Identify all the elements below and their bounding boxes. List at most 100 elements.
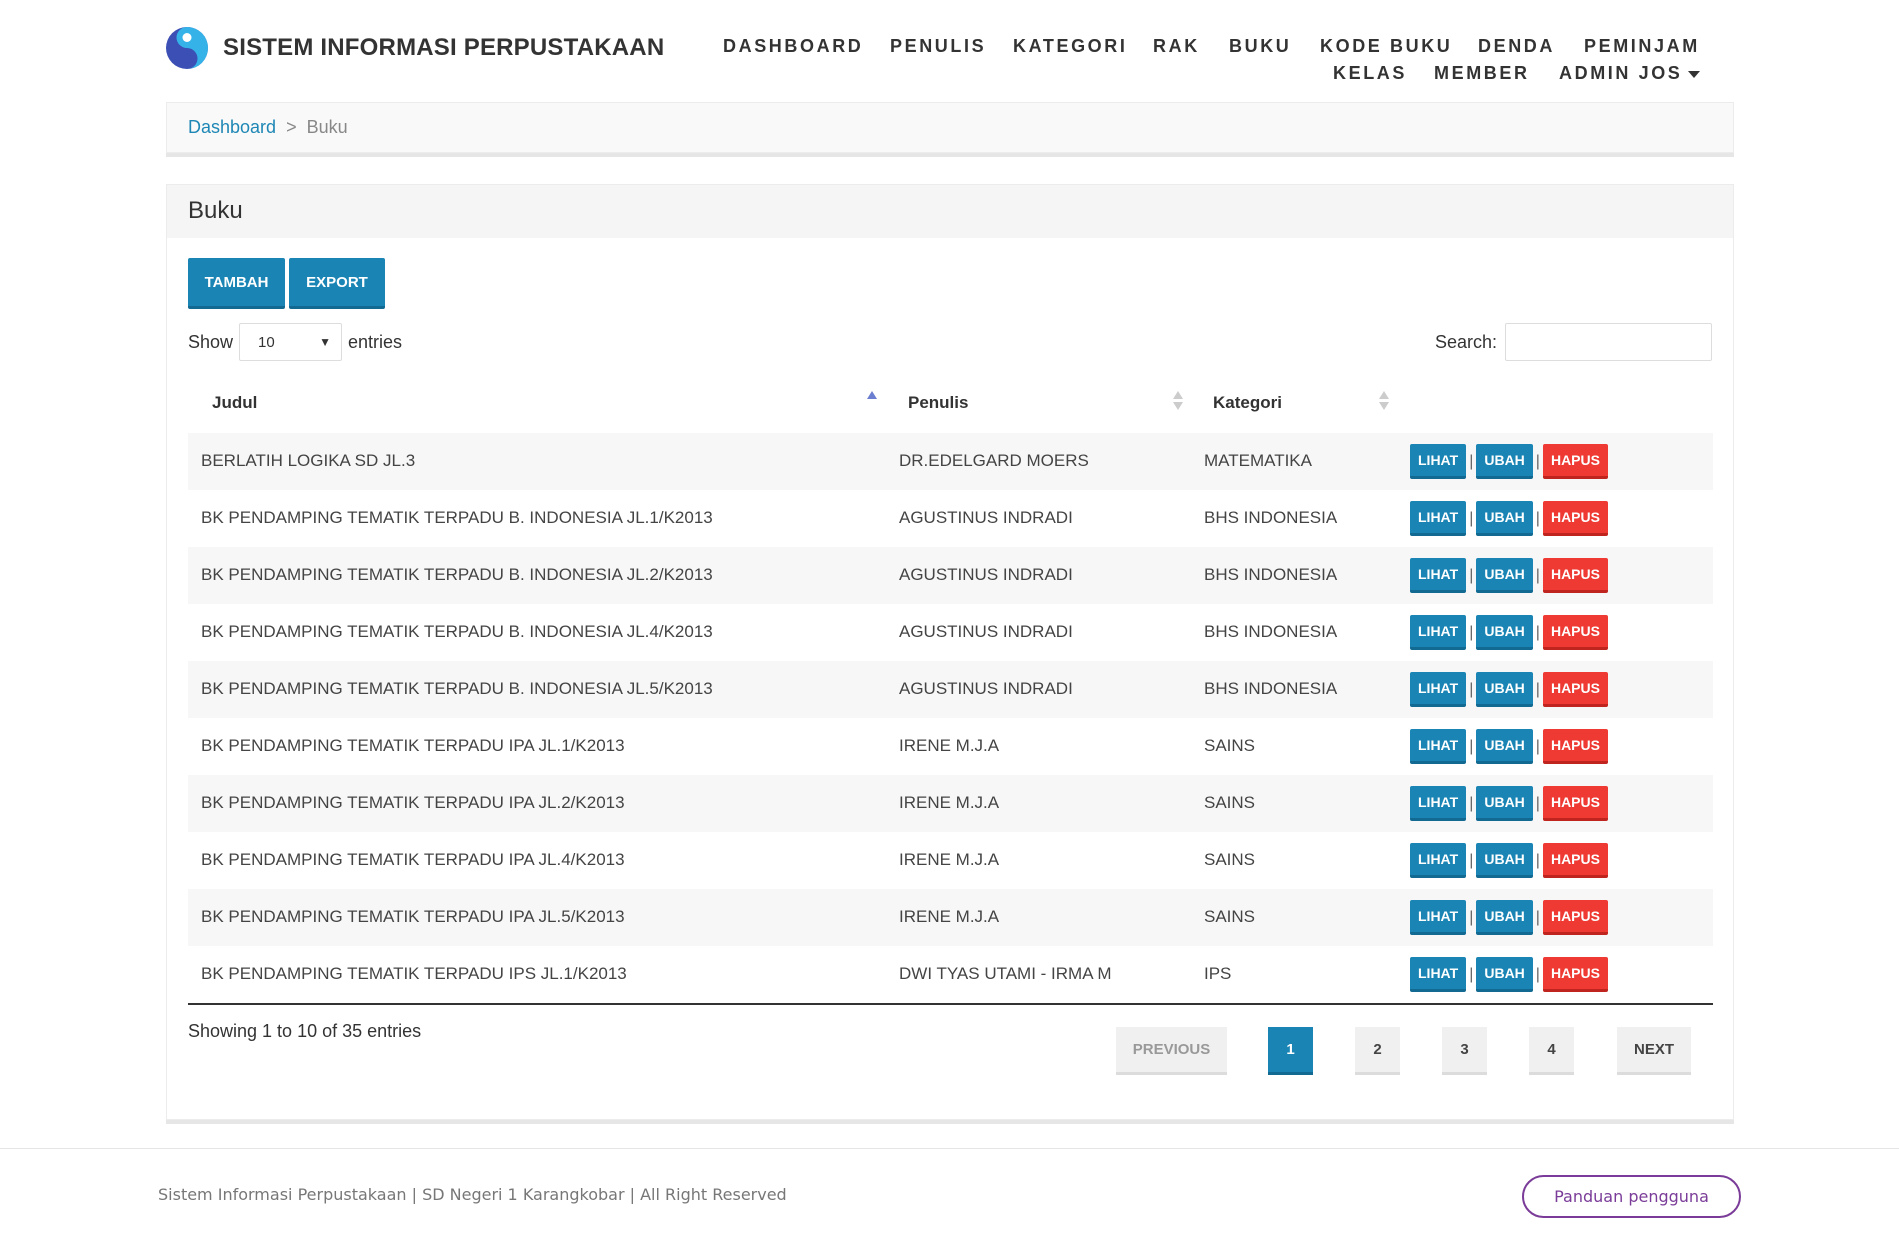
nav-item-kategori[interactable]: KATEGORI [1013, 36, 1127, 57]
page-button-1[interactable]: 1 [1268, 1027, 1313, 1075]
delete-button[interactable]: HAPUS [1542, 501, 1608, 536]
view-button[interactable]: LIHAT [1410, 843, 1467, 878]
edit-button[interactable]: UBAH [1476, 615, 1533, 650]
view-button[interactable]: LIHAT [1410, 786, 1467, 821]
page-button-3[interactable]: 3 [1442, 1027, 1487, 1075]
search-input[interactable] [1505, 323, 1712, 361]
dropdown-arrow-icon: ▼ [319, 335, 332, 349]
nav-item-rak[interactable]: RAK [1153, 36, 1200, 57]
edit-button[interactable]: UBAH [1476, 729, 1533, 764]
cell-penulis: IRENE M.J.A [899, 793, 1000, 812]
table-row: BK PENDAMPING TEMATIK TERPADU IPS JL.1/K… [188, 946, 1713, 1003]
breadcrumb-dashboard-link[interactable]: Dashboard [188, 117, 276, 137]
nav-item-peminjam[interactable]: PEMINJAM [1584, 36, 1700, 57]
nav-item-kode-buku[interactable]: KODE BUKU [1320, 36, 1452, 57]
breadcrumb-separator: > [286, 117, 297, 137]
cell-penulis: AGUSTINUS INDRADI [899, 565, 1073, 584]
cell-kategori: SAINS [1204, 793, 1256, 812]
nav-item-denda[interactable]: DENDA [1478, 36, 1555, 57]
edit-button[interactable]: UBAH [1476, 900, 1533, 935]
edit-button[interactable]: UBAH [1476, 786, 1533, 821]
previous-page-button[interactable]: PREVIOUS [1116, 1027, 1227, 1075]
action-separator: | [1535, 509, 1540, 527]
delete-button[interactable]: HAPUS [1542, 843, 1608, 878]
search-control: Search: [1435, 323, 1712, 361]
top-header: SISTEM INFORMASI PERPUSTAKAAN DASHBOARD … [0, 0, 1899, 100]
cell-penulis: DR.EDELGARD MOERS [899, 451, 1089, 470]
delete-button[interactable]: HAPUS [1542, 786, 1608, 821]
search-label: Search: [1434, 331, 1497, 352]
cell-kategori: BHS INDONESIA [1204, 565, 1338, 584]
export-button[interactable]: EXPORT [289, 258, 385, 309]
cell-kategori: SAINS [1204, 736, 1256, 755]
column-header-judul[interactable]: Judul [212, 393, 257, 413]
nav-item-member[interactable]: MEMBER [1434, 63, 1530, 84]
nav-item-penulis[interactable]: PENULIS [890, 36, 986, 57]
brand-logo[interactable]: SISTEM INFORMASI PERPUSTAKAAN [165, 26, 664, 70]
delete-button[interactable]: HAPUS [1542, 672, 1608, 707]
edit-button[interactable]: UBAH [1476, 957, 1533, 992]
page-button-4[interactable]: 4 [1529, 1027, 1574, 1075]
edit-button[interactable]: UBAH [1476, 444, 1533, 479]
add-book-button[interactable]: TAMBAH [188, 258, 285, 309]
action-separator: | [1469, 908, 1474, 926]
cell-kategori: IPS [1204, 964, 1232, 983]
cell-judul: BK PENDAMPING TEMATIK TERPADU IPA JL.5/K… [201, 907, 625, 926]
view-button[interactable]: LIHAT [1410, 444, 1467, 479]
page-size-select[interactable]: 10 ▼ [239, 323, 343, 361]
edit-button[interactable]: UBAH [1476, 843, 1533, 878]
nav-item-dashboard[interactable]: DASHBOARD [723, 36, 863, 57]
action-separator: | [1469, 452, 1474, 470]
delete-button[interactable]: HAPUS [1542, 729, 1608, 764]
row-actions: LIHAT | UBAH | HAPUS [1410, 444, 1608, 479]
table-header: Judul Penulis Kategori [188, 375, 1713, 433]
cell-judul: BK PENDAMPING TEMATIK TERPADU IPA JL.4/K… [201, 850, 625, 869]
delete-button[interactable]: HAPUS [1542, 558, 1608, 593]
breadcrumb-current: Buku [306, 117, 348, 137]
action-separator: | [1535, 452, 1540, 470]
delete-button[interactable]: HAPUS [1542, 615, 1608, 650]
cell-judul: BK PENDAMPING TEMATIK TERPADU B. INDONES… [201, 508, 713, 527]
cell-judul: BK PENDAMPING TEMATIK TERPADU B. INDONES… [201, 679, 713, 698]
column-header-kategori[interactable]: Kategori [1213, 393, 1282, 413]
view-button[interactable]: LIHAT [1410, 957, 1467, 992]
action-separator: | [1469, 623, 1474, 641]
row-actions: LIHAT | UBAH | HAPUS [1410, 786, 1608, 821]
cell-penulis: IRENE M.J.A [899, 736, 1000, 755]
view-button[interactable]: LIHAT [1410, 615, 1467, 650]
delete-button[interactable]: HAPUS [1542, 957, 1608, 992]
action-separator: | [1469, 851, 1474, 869]
page-size-control: Show 10 ▼ entries [188, 323, 402, 361]
view-button[interactable]: LIHAT [1410, 900, 1467, 935]
cell-judul: BK PENDAMPING TEMATIK TERPADU IPA JL.2/K… [201, 793, 625, 812]
nav-item-kelas[interactable]: KELAS [1333, 63, 1407, 84]
row-actions: LIHAT | UBAH | HAPUS [1410, 615, 1608, 650]
user-menu-dropdown[interactable]: ADMIN JOS [1559, 63, 1701, 84]
action-separator: | [1535, 851, 1540, 869]
entries-label: entries [348, 331, 403, 352]
view-button[interactable]: LIHAT [1410, 501, 1467, 536]
view-button[interactable]: LIHAT [1410, 729, 1467, 764]
cell-kategori: BHS INDONESIA [1204, 622, 1338, 641]
edit-button[interactable]: UBAH [1476, 672, 1533, 707]
action-separator: | [1469, 509, 1474, 527]
column-header-penulis[interactable]: Penulis [908, 393, 968, 413]
books-panel: Buku TAMBAH EXPORT Show 10 ▼ entries Sea… [166, 184, 1734, 1120]
action-separator: | [1469, 794, 1474, 812]
caret-down-icon [1688, 70, 1701, 78]
nav-item-buku[interactable]: BUKU [1229, 36, 1291, 57]
delete-button[interactable]: HAPUS [1542, 444, 1608, 479]
edit-button[interactable]: UBAH [1476, 558, 1533, 593]
user-guide-button[interactable]: Panduan pengguna [1522, 1175, 1741, 1218]
next-page-button[interactable]: NEXT [1617, 1027, 1691, 1075]
view-button[interactable]: LIHAT [1410, 672, 1467, 707]
delete-button[interactable]: HAPUS [1542, 900, 1608, 935]
table-body: BERLATIH LOGIKA SD JL.3 DR.EDELGARD MOERS… [188, 433, 1713, 1005]
table-row: BK PENDAMPING TEMATIK TERPADU IPA JL.5/K… [188, 889, 1713, 946]
table-row: BK PENDAMPING TEMATIK TERPADU B. INDONES… [188, 547, 1713, 604]
cell-judul: BK PENDAMPING TEMATIK TERPADU B. INDONES… [201, 622, 713, 641]
edit-button[interactable]: UBAH [1476, 501, 1533, 536]
page-button-2[interactable]: 2 [1355, 1027, 1400, 1075]
footer-divider [0, 1148, 1899, 1149]
view-button[interactable]: LIHAT [1410, 558, 1467, 593]
